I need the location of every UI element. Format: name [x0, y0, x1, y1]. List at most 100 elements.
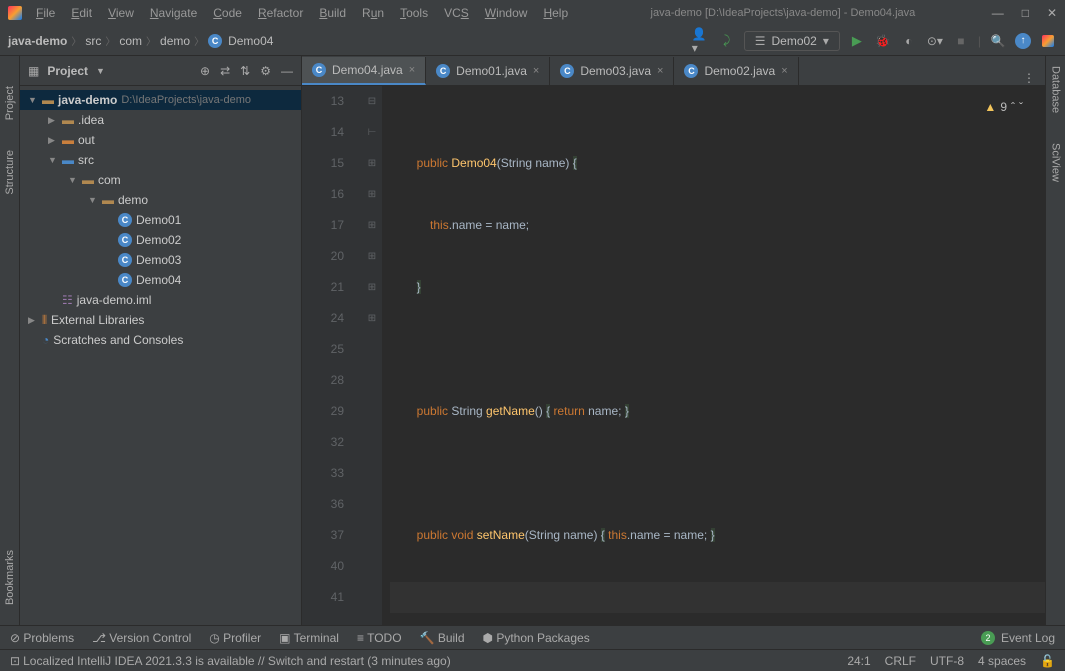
class-icon: C	[118, 213, 132, 227]
stop-icon[interactable]: ■	[952, 32, 970, 50]
project-tree: ▼▬ java-demo D:\IdeaProjects\java-demo ▶…	[20, 86, 301, 625]
user-icon[interactable]: 👤▾	[692, 32, 710, 50]
menu-run[interactable]: Run	[356, 4, 390, 22]
tree-com[interactable]: ▼▬ com	[20, 170, 301, 190]
tree-demo02[interactable]: C Demo02	[20, 230, 301, 250]
tree-iml[interactable]: ☷ java-demo.iml	[20, 290, 301, 310]
fold-strip: ⊟⊢ ⊞⊞ ⊞⊞ ⊞⊞	[362, 86, 382, 625]
tab-demo01[interactable]: C Demo01.java ×	[426, 57, 550, 85]
chevron-down-icon[interactable]: ˇ	[1019, 92, 1023, 123]
tab-demo02[interactable]: C Demo02.java ×	[674, 57, 798, 85]
chevron-right-icon: 〉	[71, 33, 81, 48]
readonly-lock-icon[interactable]: 🔓	[1040, 654, 1055, 668]
menu-refactor[interactable]: Refactor	[252, 4, 309, 22]
project-pane-header: ▦ Project ▼ ⊕ ⇄ ⇅ ⚙ ―	[20, 56, 301, 86]
tool-project[interactable]: Project	[4, 86, 16, 120]
crumb-com[interactable]: com	[119, 34, 142, 48]
tree-out[interactable]: ▶▬ out	[20, 130, 301, 150]
tool-build[interactable]: 🔨 Build	[420, 631, 465, 645]
tree-demo[interactable]: ▼▬ demo	[20, 190, 301, 210]
tool-python[interactable]: ⬢ Python Packages	[483, 631, 590, 645]
close-tab-icon[interactable]: ×	[409, 64, 415, 76]
menu-view[interactable]: View	[102, 4, 140, 22]
tree-demo04[interactable]: C Demo04	[20, 270, 301, 290]
titlebar: File Edit View Navigate Code Refactor Bu…	[0, 0, 1065, 26]
chevron-right-icon: 〉	[105, 33, 115, 48]
tree-demo03[interactable]: C Demo03	[20, 250, 301, 270]
chevron-up-icon[interactable]: ˆ	[1011, 92, 1015, 123]
tool-bookmarks[interactable]: Bookmarks	[4, 550, 16, 605]
menu-code[interactable]: Code	[207, 4, 248, 22]
menu-file[interactable]: File	[30, 4, 61, 22]
window-title: java-demo [D:\IdeaProjects\java-demo] - …	[574, 7, 992, 19]
tree-idea[interactable]: ▶▬ .idea	[20, 110, 301, 130]
menu-vcs[interactable]: VCS	[438, 4, 475, 22]
status-encoding[interactable]: UTF-8	[930, 654, 964, 668]
crumb-class[interactable]: Demo04	[228, 34, 273, 48]
tree-scratches[interactable]: ◔ Scratches and Consoles	[20, 330, 301, 350]
collapse-icon[interactable]: ⇅	[240, 64, 250, 78]
tool-profiler[interactable]: ◷ Profiler	[209, 631, 261, 645]
menu-build[interactable]: Build	[313, 4, 352, 22]
right-tool-strip: Database SciView	[1045, 56, 1065, 625]
close-tab-icon[interactable]: ×	[657, 65, 663, 77]
close-tab-icon[interactable]: ×	[781, 65, 787, 77]
dropdown-icon[interactable]: ▼	[96, 66, 105, 76]
build-icon[interactable]: ⤸	[718, 32, 736, 50]
minimize-icon[interactable]: ―	[992, 6, 1004, 20]
hide-icon[interactable]: ―	[281, 64, 293, 78]
tree-ext-lib[interactable]: ▶⫴ External Libraries	[20, 310, 301, 330]
menu-edit[interactable]: Edit	[65, 4, 98, 22]
close-tab-icon[interactable]: ×	[533, 65, 539, 77]
maximize-icon[interactable]: □	[1022, 6, 1029, 20]
class-icon: C	[312, 63, 326, 77]
run-config-selector[interactable]: ☰ Demo02 ▾	[744, 31, 840, 51]
status-caret-pos[interactable]: 24:1	[847, 654, 870, 668]
menu-tools[interactable]: Tools	[394, 4, 434, 22]
search-icon[interactable]: 🔍	[989, 32, 1007, 50]
tab-demo04[interactable]: C Demo04.java ×	[302, 57, 426, 85]
crumb-project[interactable]: java-demo	[8, 34, 67, 48]
tab-options-icon[interactable]: ⋮	[1013, 71, 1045, 85]
status-message[interactable]: Localized IntelliJ IDEA 2021.3.3 is avai…	[23, 654, 451, 668]
crumb-src[interactable]: src	[85, 34, 101, 48]
code-content[interactable]: ▲ 9 ˆ ˇ public Demo04(String name) { thi…	[382, 86, 1045, 625]
profile-icon[interactable]: ⊙▾	[926, 32, 944, 50]
ide-logo-icon	[8, 6, 22, 20]
class-icon: C	[118, 273, 132, 287]
run-icon[interactable]: ▶	[848, 32, 866, 50]
status-window-icon[interactable]: ⊡	[10, 654, 20, 668]
tool-todo[interactable]: ≡ TODO	[357, 631, 402, 645]
tree-src[interactable]: ▼▬ src	[20, 150, 301, 170]
coverage-icon[interactable]: ◐	[900, 32, 918, 50]
close-icon[interactable]: ✕	[1047, 6, 1057, 20]
pane-title[interactable]: Project	[47, 64, 88, 78]
tab-label: Demo01.java	[456, 64, 527, 78]
tool-structure[interactable]: Structure	[4, 150, 16, 195]
code-editor[interactable]: 131415 161720 212425 282932 333637 4041 …	[302, 86, 1045, 625]
tool-terminal[interactable]: ▣ Terminal	[279, 631, 339, 645]
tool-version-control[interactable]: ⎇ Version Control	[92, 631, 191, 645]
tab-demo03[interactable]: C Demo03.java ×	[550, 57, 674, 85]
settings-icon[interactable]: ⚙	[260, 64, 271, 78]
status-indent[interactable]: 4 spaces	[978, 654, 1026, 668]
menu-help[interactable]: Help	[537, 4, 574, 22]
bottom-toolbar: ⊘ Problems ⎇ Version Control ◷ Profiler …	[0, 625, 1065, 649]
ide-settings-icon[interactable]	[1039, 32, 1057, 50]
tab-label: Demo02.java	[704, 64, 775, 78]
sync-icon[interactable]: ↑	[1015, 33, 1031, 49]
inspection-badge[interactable]: ▲ 9 ˆ ˇ	[984, 92, 1023, 123]
tree-demo01[interactable]: C Demo01	[20, 210, 301, 230]
tool-database[interactable]: Database	[1050, 66, 1062, 113]
menu-navigate[interactable]: Navigate	[144, 4, 203, 22]
locate-icon[interactable]: ⊕	[200, 64, 210, 78]
status-line-sep[interactable]: CRLF	[885, 654, 916, 668]
tool-event-log[interactable]: Event Log	[1001, 631, 1055, 645]
crumb-demo[interactable]: demo	[160, 34, 190, 48]
debug-icon[interactable]: 🐞	[874, 32, 892, 50]
tool-sciview[interactable]: SciView	[1050, 143, 1062, 182]
tree-root[interactable]: ▼▬ java-demo D:\IdeaProjects\java-demo	[20, 90, 301, 110]
menu-window[interactable]: Window	[479, 4, 534, 22]
expand-icon[interactable]: ⇄	[220, 64, 230, 78]
tool-problems[interactable]: ⊘ Problems	[10, 631, 74, 645]
